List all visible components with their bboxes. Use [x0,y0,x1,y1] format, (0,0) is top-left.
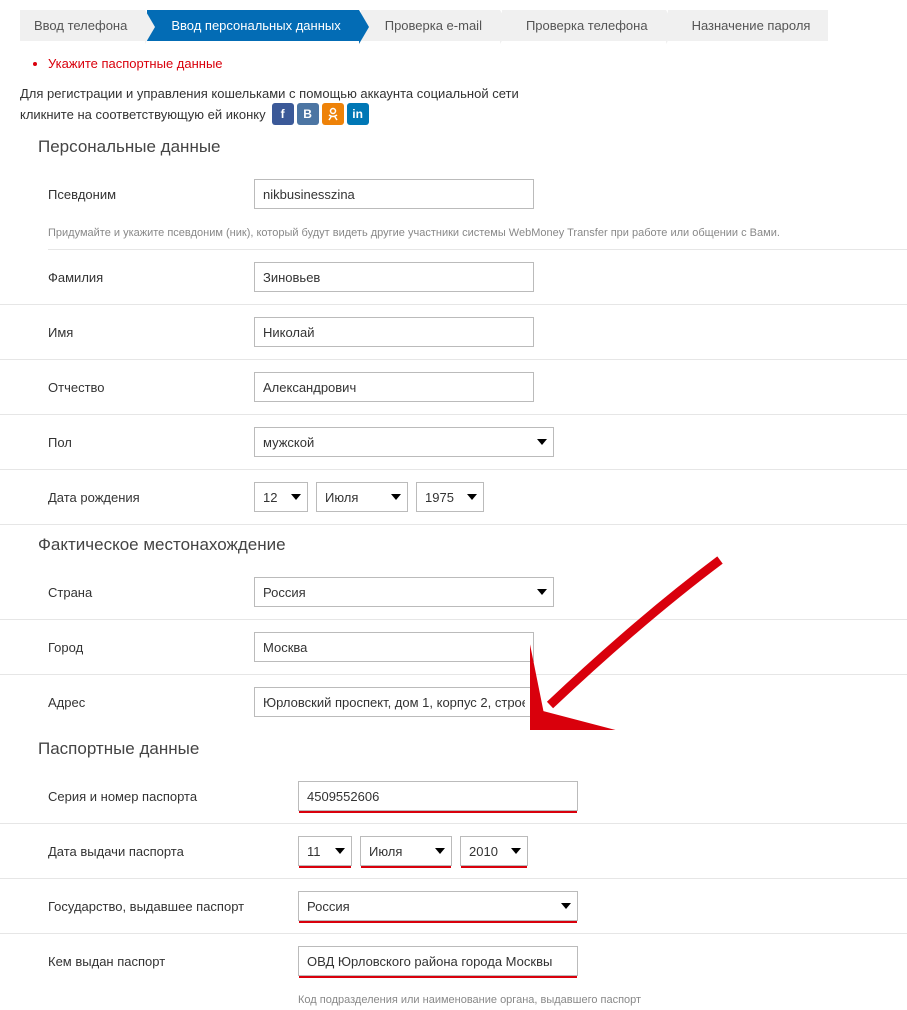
facebook-icon[interactable]: f [272,103,294,125]
wizard-steps: Ввод телефона Ввод персональных данных П… [20,10,907,41]
odnoklassniki-icon[interactable] [322,103,344,125]
vkontakte-icon[interactable]: B [297,103,319,125]
passport-number-label: Серия и номер паспорта [48,789,298,804]
address-input[interactable] [254,687,534,717]
passport-issue-date-label: Дата выдачи паспорта [48,844,298,859]
passport-country-label: Государство, выдавшее паспорт [48,899,298,914]
middlename-input[interactable] [254,372,534,402]
issue-day-select[interactable]: 11 [298,836,352,866]
passport-issued-by-input[interactable] [298,946,578,976]
birth-year-select[interactable]: 1975 [416,482,484,512]
passport-country-select[interactable]: Россия [298,891,578,921]
wizard-step-personal[interactable]: Ввод персональных данных [147,10,358,41]
lastname-input[interactable] [254,262,534,292]
passport-number-input[interactable] [298,781,578,811]
section-title-passport: Паспортные данные [38,739,907,759]
passport-issued-by-label: Кем выдан паспорт [48,954,298,969]
nickname-input[interactable] [254,179,534,209]
linkedin-icon[interactable]: in [347,103,369,125]
social-text-line1: Для регистрации и управления кошельками … [20,86,907,101]
social-text-line2: кликните на соответствующую ей иконку [20,107,266,122]
middlename-label: Отчество [48,380,254,395]
country-select[interactable]: Россия [254,577,554,607]
wizard-step-phone-verify[interactable]: Проверка телефона [502,10,666,41]
nickname-label: Псевдоним [48,187,254,202]
issue-month-select[interactable]: Июля [360,836,452,866]
issue-year-select[interactable]: 2010 [460,836,528,866]
gender-label: Пол [48,435,254,450]
section-title-personal: Персональные данные [38,137,907,157]
passport-issued-hint: Код подразделения или наименование орган… [298,994,907,1010]
wizard-step-email[interactable]: Проверка e-mail [361,10,500,41]
section-title-location: Фактическое местонахождение [38,535,907,555]
city-input[interactable] [254,632,534,662]
wizard-step-password[interactable]: Назначение пароля [668,10,829,41]
wizard-step-phone[interactable]: Ввод телефона [20,10,145,41]
birthdate-label: Дата рождения [48,490,254,505]
firstname-label: Имя [48,325,254,340]
city-label: Город [48,640,254,655]
error-message: Укажите паспортные данные [48,56,907,71]
country-label: Страна [48,585,254,600]
gender-select[interactable]: мужской [254,427,554,457]
birth-day-select[interactable]: 12 [254,482,308,512]
lastname-label: Фамилия [48,270,254,285]
nickname-hint: Придумайте и укажите псевдоним (ник), ко… [48,227,907,250]
firstname-input[interactable] [254,317,534,347]
birth-month-select[interactable]: Июля [316,482,408,512]
address-label: Адрес [48,695,254,710]
